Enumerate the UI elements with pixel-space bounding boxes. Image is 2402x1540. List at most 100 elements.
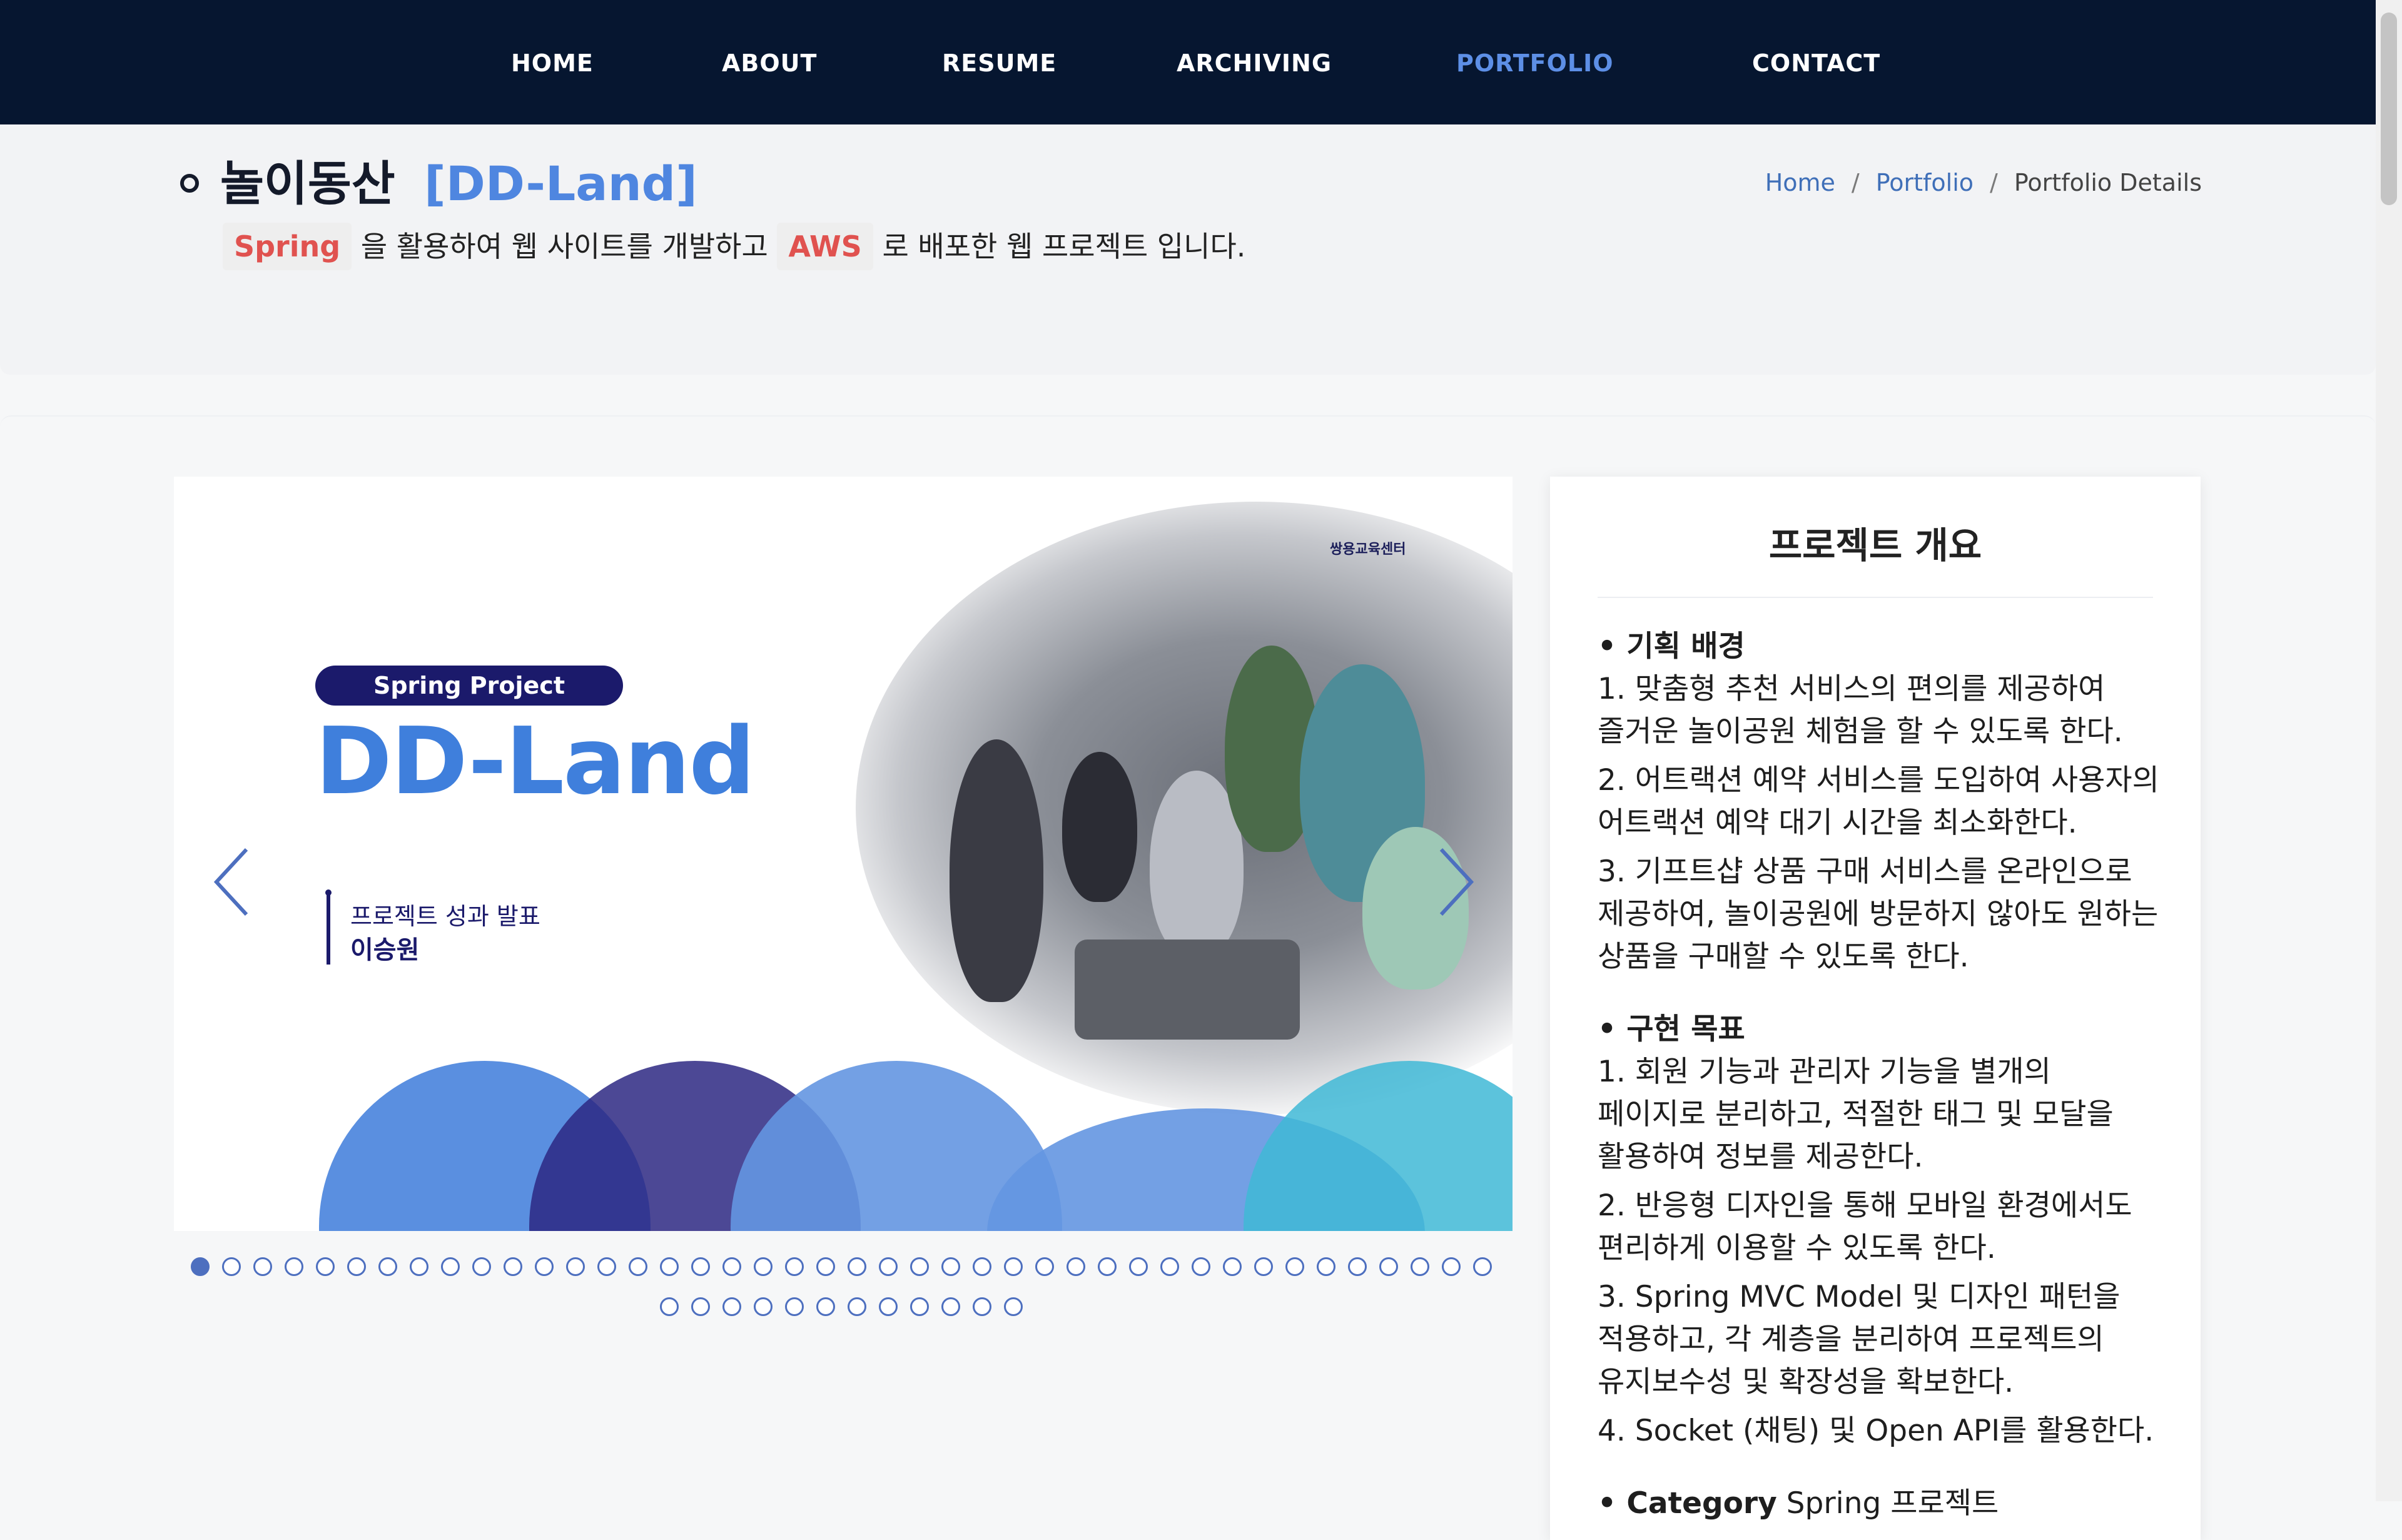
subtitle-text-1: 을 활용하여 웹 사이트를 개발하고 bbox=[360, 230, 768, 263]
pagination-dot[interactable] bbox=[1254, 1257, 1273, 1276]
pagination-dot[interactable] bbox=[1067, 1257, 1085, 1276]
pagination-dot[interactable] bbox=[879, 1297, 898, 1316]
slider-next-button[interactable] bbox=[1426, 838, 1482, 926]
goal-item: 4. Socket (채팅) 및 Open API를 활용한다. bbox=[1598, 1414, 2154, 1448]
pagination-dot[interactable] bbox=[910, 1297, 929, 1316]
pagination-dot[interactable] bbox=[1442, 1257, 1461, 1276]
pagination-dot[interactable] bbox=[285, 1257, 303, 1276]
pagination-dot[interactable] bbox=[754, 1257, 773, 1276]
pagination-dot[interactable] bbox=[316, 1257, 335, 1276]
pagination-dot[interactable] bbox=[222, 1257, 241, 1276]
pagination-dot[interactable] bbox=[879, 1257, 898, 1276]
pagination-dot[interactable] bbox=[691, 1257, 710, 1276]
pagination-dot[interactable] bbox=[941, 1297, 960, 1316]
pagination-dot[interactable] bbox=[1160, 1257, 1179, 1276]
pagination-dot[interactable] bbox=[941, 1257, 960, 1276]
goal-item: 2. 반응형 디자인을 통해 모바일 환경에서도 편리하게 이용할 수 있도록 … bbox=[1598, 1188, 2132, 1265]
slide-presenter: 이승원 bbox=[350, 936, 420, 965]
page-scrollbar[interactable] bbox=[2376, 0, 2402, 1501]
pagination-dot[interactable] bbox=[722, 1257, 741, 1276]
pagination-dot[interactable] bbox=[785, 1257, 804, 1276]
portfolio-image-slider[interactable]: 쌍용교육센터 Spring Project DD-Land 프로젝트 성과 발표… bbox=[174, 477, 1513, 1231]
pagination-dot[interactable] bbox=[754, 1297, 773, 1316]
top-navbar: HOME ABOUT RESUME ARCHIVING PORTFOLIO CO… bbox=[0, 0, 2376, 124]
pagination-dot[interactable] bbox=[722, 1297, 741, 1316]
pagination-dot[interactable] bbox=[410, 1257, 428, 1276]
pagination-dot[interactable] bbox=[660, 1257, 679, 1276]
goal-item: 1. 회원 기능과 관리자 기능을 별개의 페이지로 분리하고, 적절한 태그 … bbox=[1598, 1055, 2114, 1174]
nav-contact[interactable]: CONTACT bbox=[1752, 50, 1880, 76]
pagination-dot[interactable] bbox=[1411, 1257, 1429, 1276]
goal-heading: • 구현 목표 bbox=[1598, 1012, 1745, 1046]
pagination-dot[interactable] bbox=[973, 1297, 991, 1316]
category-label: • Category bbox=[1598, 1486, 1777, 1521]
breadcrumb-separator: / bbox=[1990, 169, 1998, 196]
pagination-dot[interactable] bbox=[816, 1257, 835, 1276]
pagination-dot[interactable] bbox=[1348, 1257, 1367, 1276]
category-value: Spring 프로젝트 bbox=[1786, 1486, 1999, 1521]
page-title: 놀이동산 bbox=[220, 156, 395, 211]
nav-portfolio[interactable]: PORTFOLIO bbox=[1456, 50, 1614, 76]
pagination-dot[interactable] bbox=[785, 1297, 804, 1316]
pagination-dot[interactable] bbox=[1379, 1257, 1398, 1276]
pagination-dot[interactable] bbox=[973, 1257, 991, 1276]
pagination-dot[interactable] bbox=[629, 1257, 647, 1276]
breadcrumb: Home / Portfolio / Portfolio Details bbox=[1765, 168, 2202, 198]
pagination-dot[interactable] bbox=[191, 1257, 210, 1276]
pagination-dot[interactable] bbox=[1004, 1257, 1023, 1276]
breadcrumb-separator: / bbox=[1851, 169, 1860, 196]
pagination-dot[interactable] bbox=[1223, 1257, 1242, 1276]
pagination-dot[interactable] bbox=[1129, 1257, 1148, 1276]
pagination-dot[interactable] bbox=[535, 1257, 554, 1276]
pagination-dot[interactable] bbox=[441, 1257, 460, 1276]
pagination-dot[interactable] bbox=[1192, 1257, 1210, 1276]
pagination-dot[interactable] bbox=[597, 1257, 616, 1276]
chevron-left-icon bbox=[213, 848, 248, 916]
scrollbar-thumb[interactable] bbox=[2381, 13, 2397, 205]
pagination-dot[interactable] bbox=[1285, 1257, 1304, 1276]
nav-about[interactable]: ABOUT bbox=[722, 50, 817, 76]
pagination-dot[interactable] bbox=[472, 1257, 491, 1276]
slide-logo: 쌍용교육센터 bbox=[1330, 542, 1406, 557]
pagination-dot[interactable] bbox=[566, 1257, 585, 1276]
background-heading: • 기획 배경 bbox=[1598, 629, 1745, 664]
slide-tag: Spring Project bbox=[315, 666, 623, 706]
overview-divider bbox=[1598, 597, 2153, 598]
pagination-dot[interactable] bbox=[816, 1297, 835, 1316]
photo-desk bbox=[1075, 940, 1300, 1040]
breadcrumb-home[interactable]: Home bbox=[1765, 169, 1835, 196]
nav-home[interactable]: HOME bbox=[511, 50, 594, 76]
background-item: 2. 어트랙션 예약 서비스를 도입하여 사용자의 어트랙션 예약 대기 시간을… bbox=[1598, 763, 2159, 840]
pagination-dot[interactable] bbox=[1035, 1257, 1054, 1276]
pagination-dot[interactable] bbox=[347, 1257, 366, 1276]
breadcrumb-portfolio[interactable]: Portfolio bbox=[1876, 169, 1974, 196]
pagination-dot[interactable] bbox=[848, 1297, 866, 1316]
pagination-dot[interactable] bbox=[1098, 1257, 1117, 1276]
photo-person bbox=[1062, 752, 1137, 902]
nav-resume[interactable]: RESUME bbox=[942, 50, 1057, 76]
pagination-dot[interactable] bbox=[504, 1257, 522, 1276]
slide-divider bbox=[327, 892, 330, 965]
project-overview-panel: 프로젝트 개요 • 기획 배경 1. 맞춤형 추천 서비스의 편의를 제공하여 … bbox=[1550, 477, 2201, 1540]
overview-body: • 기획 배경 1. 맞춤형 추천 서비스의 편의를 제공하여 즐거운 놀이공원… bbox=[1598, 626, 2161, 1531]
goal-item: 3. Spring MVC Model 및 디자인 패턴을 적용하고, 각 계층… bbox=[1598, 1280, 2121, 1399]
photo-person bbox=[950, 739, 1043, 1002]
chevron-right-icon bbox=[1439, 848, 1474, 916]
pagination-dot[interactable] bbox=[1317, 1257, 1335, 1276]
category-row: • Category Spring 프로젝트 bbox=[1598, 1482, 2161, 1525]
background-item: 3. 기프트샵 상품 구매 서비스를 온라인으로 제공하여, 놀이공원에 방문하… bbox=[1598, 854, 2159, 974]
pagination-dot[interactable] bbox=[691, 1297, 710, 1316]
pagination-dot[interactable] bbox=[660, 1297, 679, 1316]
pagination-dot[interactable] bbox=[378, 1257, 397, 1276]
pagination-dot[interactable] bbox=[1004, 1297, 1023, 1316]
pagination-dot[interactable] bbox=[253, 1257, 272, 1276]
pagination-dot[interactable] bbox=[848, 1257, 866, 1276]
slider-prev-button[interactable] bbox=[205, 838, 261, 926]
breadcrumb-current: Portfolio Details bbox=[2014, 169, 2202, 196]
page-title-project-name: [DD-Land] bbox=[424, 156, 697, 211]
tech-badge-spring: Spring bbox=[223, 223, 352, 270]
nav-archiving[interactable]: ARCHIVING bbox=[1177, 50, 1332, 76]
pagination-dot[interactable] bbox=[1473, 1257, 1492, 1276]
pagination-dot[interactable] bbox=[910, 1257, 929, 1276]
slide-title: DD-Land bbox=[315, 707, 755, 815]
